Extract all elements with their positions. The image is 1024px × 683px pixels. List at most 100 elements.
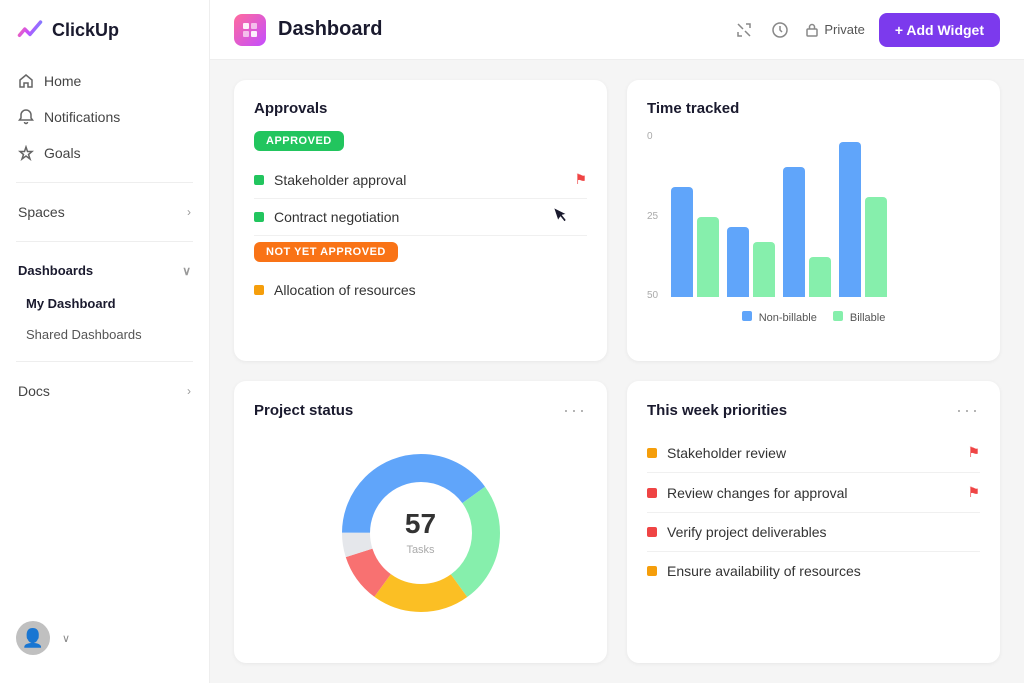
approvals-widget: Approvals APPROVED Stakeholder approval … bbox=[234, 80, 607, 361]
priority-label-1: Stakeholder review bbox=[667, 445, 786, 461]
sidebar-item-spaces[interactable]: Spaces › bbox=[8, 195, 201, 229]
private-label: Private bbox=[824, 22, 864, 37]
docs-label: Docs bbox=[18, 383, 50, 399]
time-tracked-widget: Time tracked 50 25 0 bbox=[627, 80, 1000, 361]
approval-item-allocation[interactable]: Allocation of resources bbox=[254, 272, 587, 308]
priorities-title: This week priorities bbox=[647, 402, 787, 419]
avatar-chevron-icon: ∨ bbox=[62, 632, 70, 645]
priority-dot-red-2 bbox=[647, 527, 657, 537]
shared-dashboards-label: Shared Dashboards bbox=[26, 327, 142, 342]
legend-non-billable: Non-billable bbox=[742, 311, 817, 324]
bar-group-4 bbox=[839, 142, 887, 297]
bar-green-3 bbox=[809, 257, 831, 297]
chevron-right-docs-icon: › bbox=[187, 384, 191, 398]
main-content: Dashboard Private + Add Widget bbox=[210, 0, 1024, 683]
expand-icon[interactable] bbox=[733, 19, 755, 41]
y-label-mid: 25 bbox=[647, 211, 667, 222]
sidebar-item-shared-dashboards[interactable]: Shared Dashboards bbox=[8, 320, 201, 349]
donut-center: 57 Tasks bbox=[405, 508, 436, 558]
sidebar-item-goals[interactable]: Goals bbox=[8, 136, 201, 170]
priority-dot-yellow-2 bbox=[647, 566, 657, 576]
priority-flag-2: ⚑ bbox=[967, 484, 980, 501]
legend-dot-green bbox=[833, 311, 843, 321]
sidebar-item-dashboards[interactable]: Dashboards ∨ bbox=[8, 254, 201, 287]
user-avatar-section[interactable]: 👤 ∨ bbox=[0, 609, 209, 667]
approval-item-stakeholder[interactable]: Stakeholder approval ⚑ bbox=[254, 161, 587, 199]
avatar: 👤 bbox=[16, 621, 50, 655]
private-badge[interactable]: Private bbox=[805, 22, 864, 37]
home-label: Home bbox=[44, 73, 81, 89]
y-axis-labels: 50 25 0 bbox=[647, 131, 667, 301]
priority-label-4: Ensure availability of resources bbox=[667, 563, 861, 579]
topbar-actions: Private + Add Widget bbox=[733, 13, 1000, 47]
priority-flag-1: ⚑ bbox=[967, 444, 980, 461]
approval-item-contract[interactable]: Contract negotiation bbox=[254, 199, 587, 236]
sidebar-item-notifications[interactable]: Notifications bbox=[8, 100, 201, 134]
logo-text: ClickUp bbox=[52, 20, 119, 41]
bar-blue-3 bbox=[783, 167, 805, 297]
project-status-header: Project status ··· bbox=[254, 401, 587, 419]
bell-icon bbox=[18, 109, 34, 125]
priority-item-3[interactable]: Verify project deliverables bbox=[647, 513, 980, 552]
priorities-header: This week priorities ··· bbox=[647, 401, 980, 419]
tasks-count: 57 bbox=[405, 508, 436, 540]
target-icon bbox=[18, 145, 34, 161]
approved-badge: APPROVED bbox=[254, 131, 344, 151]
sidebar-item-my-dashboard[interactable]: My Dashboard bbox=[8, 289, 201, 318]
time-chart: 50 25 0 bbox=[647, 131, 980, 331]
home-icon bbox=[18, 73, 34, 89]
priority-item-2[interactable]: Review changes for approval ⚑ bbox=[647, 473, 980, 513]
donut-chart: 57 Tasks bbox=[331, 443, 511, 623]
project-status-widget: Project status ··· bbox=[234, 381, 607, 663]
nav-divider-3 bbox=[16, 361, 193, 362]
nav-list: Home Notifications Goals Spaces › Dashbo… bbox=[0, 64, 209, 408]
bar-blue-4 bbox=[839, 142, 861, 297]
sidebar-item-home[interactable]: Home bbox=[8, 64, 201, 98]
bar-blue-1 bbox=[671, 187, 693, 297]
y-label-top: 50 bbox=[647, 290, 667, 301]
flag-icon-1: ⚑ bbox=[574, 171, 587, 188]
legend-billable: Billable bbox=[833, 311, 886, 324]
priority-dot-red-1 bbox=[647, 488, 657, 498]
sidebar: ClickUp Home Notifications Goals Spaces … bbox=[0, 0, 210, 683]
topbar: Dashboard Private + Add Widget bbox=[210, 0, 1024, 60]
yellow-dot-1 bbox=[254, 285, 264, 295]
bar-green-4 bbox=[865, 197, 887, 297]
bar-group-3 bbox=[783, 167, 831, 297]
my-dashboard-label: My Dashboard bbox=[26, 296, 116, 311]
notifications-label: Notifications bbox=[44, 109, 120, 125]
bar-green-1 bbox=[697, 217, 719, 297]
priorities-more-button[interactable]: ··· bbox=[956, 401, 980, 419]
stakeholder-label: Stakeholder approval bbox=[274, 172, 406, 188]
green-dot-2 bbox=[254, 212, 264, 222]
dashboard-grid: Approvals APPROVED Stakeholder approval … bbox=[210, 60, 1024, 683]
chart-legend: Non-billable Billable bbox=[647, 311, 980, 324]
contract-label: Contract negotiation bbox=[274, 209, 399, 225]
not-approved-badge: NOT YET APPROVED bbox=[254, 242, 398, 262]
priority-item-4[interactable]: Ensure availability of resources bbox=[647, 552, 980, 590]
nav-divider-2 bbox=[16, 241, 193, 242]
tasks-label: Tasks bbox=[406, 544, 434, 556]
notification-topbar-icon[interactable] bbox=[769, 19, 791, 41]
priorities-widget: This week priorities ··· Stakeholder rev… bbox=[627, 381, 1000, 663]
dashboards-label: Dashboards bbox=[18, 263, 93, 278]
bar-chart bbox=[671, 131, 980, 301]
sidebar-item-docs[interactable]: Docs › bbox=[8, 374, 201, 408]
legend-dot-blue bbox=[742, 311, 752, 321]
green-dot-1 bbox=[254, 175, 264, 185]
chevron-down-icon: ∨ bbox=[182, 264, 191, 278]
donut-chart-wrapper: 57 Tasks bbox=[254, 433, 587, 633]
time-tracked-title: Time tracked bbox=[647, 100, 980, 117]
priority-item-1[interactable]: Stakeholder review ⚑ bbox=[647, 433, 980, 473]
project-status-title: Project status bbox=[254, 402, 353, 419]
priority-label-2: Review changes for approval bbox=[667, 485, 848, 501]
add-widget-button[interactable]: + Add Widget bbox=[879, 13, 1000, 47]
project-status-more-button[interactable]: ··· bbox=[563, 401, 587, 419]
goals-label: Goals bbox=[44, 145, 81, 161]
bar-group-2 bbox=[727, 227, 775, 297]
logo-container[interactable]: ClickUp bbox=[0, 16, 209, 64]
priority-dot-yellow-1 bbox=[647, 448, 657, 458]
spaces-label: Spaces bbox=[18, 204, 65, 220]
dashboard-icon bbox=[234, 14, 266, 46]
chevron-right-icon: › bbox=[187, 205, 191, 219]
